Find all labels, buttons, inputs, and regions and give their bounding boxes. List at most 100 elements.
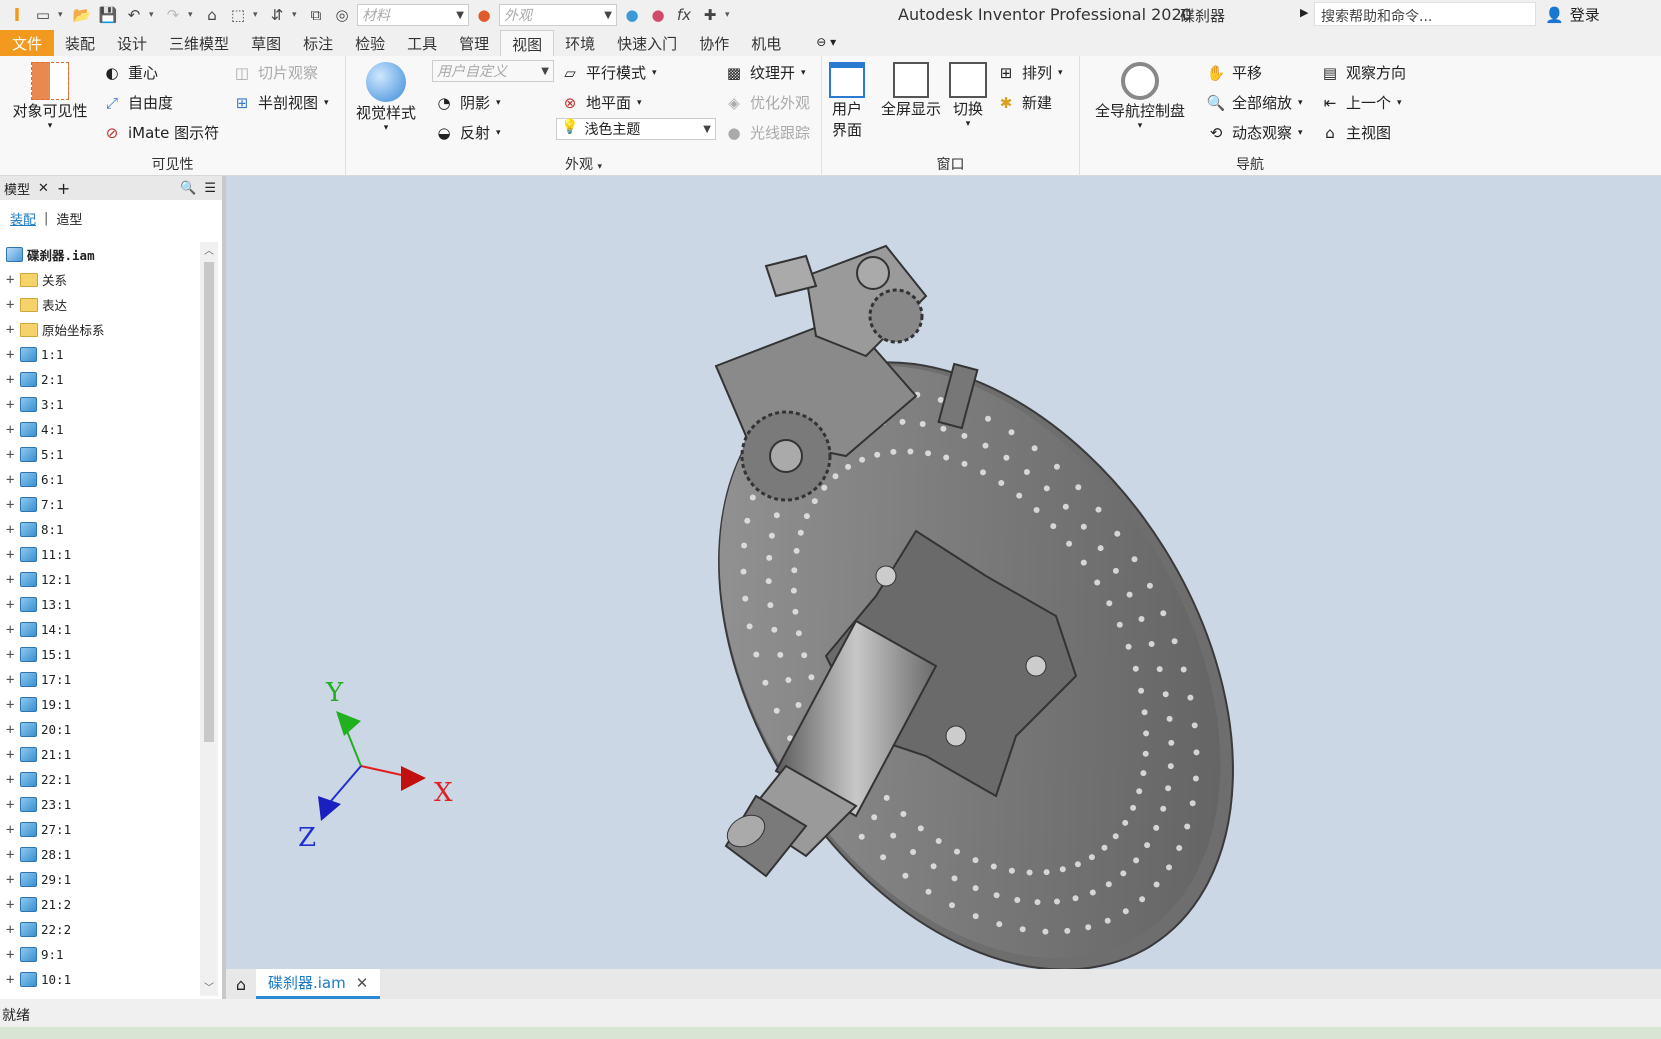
- parallel-mode-button[interactable]: ▱ 平行模式 ▾: [560, 62, 656, 83]
- imate-glyph-button[interactable]: ⊘ iMate 图示符: [102, 122, 219, 143]
- tree-folder[interactable]: + 关系: [0, 267, 200, 292]
- close-icon[interactable]: ✕: [38, 181, 49, 196]
- appearance-combo[interactable]: 外观 ▼: [499, 4, 617, 26]
- tab-environments[interactable]: 环境: [554, 30, 606, 56]
- expand-icon[interactable]: +: [6, 547, 16, 563]
- visual-style-button[interactable]: 视觉样式 ▾: [352, 62, 420, 133]
- expand-icon[interactable]: +: [6, 647, 16, 663]
- expand-icon[interactable]: +: [6, 922, 16, 938]
- tree-part[interactable]: +7:1: [0, 492, 200, 517]
- expand-icon[interactable]: +: [6, 597, 16, 613]
- redo-icon[interactable]: ↷: [162, 4, 184, 26]
- expand-icon[interactable]: +: [6, 822, 16, 838]
- fx-icon[interactable]: fx: [673, 4, 695, 26]
- expand-icon[interactable]: +: [6, 522, 16, 538]
- subtab-modeling[interactable]: 造型: [56, 209, 82, 228]
- expand-icon[interactable]: +: [6, 297, 16, 313]
- appearance-color-icon[interactable]: ●: [473, 4, 495, 26]
- expand-icon[interactable]: +: [6, 872, 16, 888]
- center-of-gravity-button[interactable]: ◐ 重心: [102, 62, 158, 83]
- expand-icon[interactable]: +: [6, 472, 16, 488]
- home-icon[interactable]: ⌂: [201, 4, 223, 26]
- ray-tracing-button[interactable]: ● 光线跟踪: [724, 122, 810, 143]
- optimize-appearance-button[interactable]: ◈ 优化外观: [724, 92, 810, 113]
- redo-dropdown-icon[interactable]: ▾: [188, 10, 197, 20]
- tree-folder[interactable]: + 原始坐标系: [0, 317, 200, 342]
- subtab-assembly[interactable]: 装配: [10, 209, 36, 228]
- tree-part[interactable]: +9:1: [0, 942, 200, 967]
- pan-button[interactable]: ✋ 平移: [1206, 62, 1262, 83]
- scroll-down-icon[interactable]: ﹀: [200, 979, 218, 994]
- tree-part[interactable]: +22:1: [0, 767, 200, 792]
- reflection-button[interactable]: ◒ 反射 ▾: [434, 122, 500, 143]
- expand-icon[interactable]: +: [6, 622, 16, 638]
- open-icon[interactable]: 📂: [71, 4, 93, 26]
- tree-part[interactable]: +22:2: [0, 917, 200, 942]
- material-ball-icon[interactable]: ◎: [331, 4, 353, 26]
- tab-inspect[interactable]: 检验: [344, 30, 396, 56]
- user-defined-combo[interactable]: 用户自定义 ▼: [432, 60, 554, 82]
- inventor-logo-icon[interactable]: I: [6, 4, 28, 26]
- clear-appearance-icon[interactable]: ●: [647, 4, 669, 26]
- half-section-button[interactable]: ⊞ 半剖视图 ▾: [232, 92, 329, 113]
- look-at-button[interactable]: ▤ 观察方向: [1320, 62, 1406, 83]
- tree-part[interactable]: +11:1: [0, 542, 200, 567]
- tree-part[interactable]: +13:1: [0, 592, 200, 617]
- expand-icon[interactable]: +: [6, 447, 16, 463]
- arrange-button[interactable]: ⊞ 排列 ▾: [996, 62, 1063, 83]
- expand-icon[interactable]: +: [6, 372, 16, 388]
- tree-part[interactable]: +3:1: [0, 392, 200, 417]
- slice-graphics-button[interactable]: ◫ 切片观察: [232, 62, 318, 83]
- expand-icon[interactable]: +: [6, 947, 16, 963]
- tree-part[interactable]: +12:1: [0, 567, 200, 592]
- new-icon[interactable]: ▭: [32, 4, 54, 26]
- tree-part[interactable]: +21:2: [0, 892, 200, 917]
- expand-icon[interactable]: +: [6, 972, 16, 988]
- tree-part[interactable]: +1:1: [0, 342, 200, 367]
- tab-3d-model[interactable]: 三维模型: [158, 30, 240, 56]
- tab-tools[interactable]: 工具: [396, 30, 448, 56]
- expand-icon[interactable]: +: [6, 697, 16, 713]
- light-theme-combo[interactable]: 💡 浅色主题 ▼: [556, 118, 716, 140]
- document-tab[interactable]: 碟刹器.iam ✕: [256, 969, 381, 999]
- expand-icon[interactable]: +: [6, 422, 16, 438]
- tab-collaborate[interactable]: 协作: [688, 30, 740, 56]
- scrollbar-thumb[interactable]: [204, 262, 214, 742]
- previous-view-button[interactable]: ⇤ 上一个 ▾: [1320, 92, 1402, 113]
- fullscreen-button[interactable]: 全屏显示: [878, 62, 944, 119]
- tab-get-started[interactable]: 快速入门: [606, 30, 688, 56]
- expand-icon[interactable]: +: [6, 572, 16, 588]
- tree-part[interactable]: +5:1: [0, 442, 200, 467]
- appearance-panel-label[interactable]: 外观 ▾: [346, 154, 821, 174]
- tree-part[interactable]: +19:1: [0, 692, 200, 717]
- close-icon[interactable]: ✕: [356, 974, 369, 992]
- tab-sketch[interactable]: 草图: [240, 30, 292, 56]
- update-dropdown-icon[interactable]: ▾: [292, 10, 301, 20]
- expand-icon[interactable]: +: [6, 847, 16, 863]
- expand-icon[interactable]: +: [6, 497, 16, 513]
- tree-part[interactable]: +4:1: [0, 417, 200, 442]
- select-icon[interactable]: ⬚: [227, 4, 249, 26]
- switch-window-button[interactable]: 切换 ▾: [946, 62, 990, 129]
- expand-icon[interactable]: +: [6, 322, 16, 338]
- scroll-up-icon[interactable]: ︿: [200, 242, 218, 257]
- tree-folder[interactable]: + 表达: [0, 292, 200, 317]
- tree-part[interactable]: +10:1: [0, 967, 200, 992]
- tree-root[interactable]: 碟刹器.iam: [0, 242, 200, 267]
- tree-part[interactable]: +6:1: [0, 467, 200, 492]
- tree-part[interactable]: +28:1: [0, 842, 200, 867]
- select-dropdown-icon[interactable]: ▾: [253, 10, 262, 20]
- expand-icon[interactable]: +: [6, 397, 16, 413]
- browser-scrollbar[interactable]: ︿ ﹀: [200, 242, 218, 996]
- tab-file[interactable]: 文件: [0, 30, 55, 56]
- tree-part[interactable]: +29:1: [0, 867, 200, 892]
- tab-annotate[interactable]: 标注: [292, 30, 344, 56]
- expand-icon[interactable]: +: [6, 797, 16, 813]
- tree-part[interactable]: +27:1: [0, 817, 200, 842]
- measure-icon[interactable]: ⧉: [305, 4, 327, 26]
- expand-icon[interactable]: +: [6, 347, 16, 363]
- search-icon[interactable]: 🔍: [180, 181, 196, 196]
- login-button[interactable]: 👤 登录: [1545, 4, 1600, 25]
- tab-manage[interactable]: 管理: [448, 30, 500, 56]
- object-visibility-button[interactable]: 对象可见性 ▾: [8, 62, 92, 131]
